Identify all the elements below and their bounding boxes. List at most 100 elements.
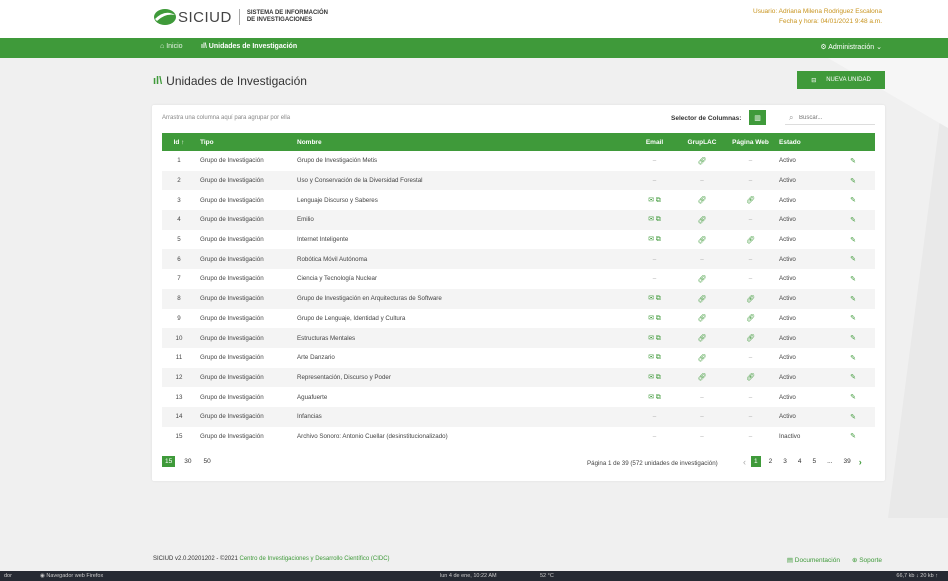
table-row[interactable]: 4 Grupo de Investigación Emilio ✉ ⧉ 🔗︎ – Activ… <box>162 210 875 230</box>
table-row[interactable]: 10 Grupo de Investigación Estructuras Ment… <box>162 328 875 348</box>
table-row[interactable]: 13 Grupo de Investigación Aguafuerte ✉ ⧉ – – A… <box>162 387 875 407</box>
email-icon[interactable]: ✉ <box>648 197 654 204</box>
cell-gruplac[interactable]: 🔗︎ <box>678 190 726 210</box>
edit-icon[interactable]: ✎ <box>850 315 856 322</box>
table-row[interactable]: 5 Grupo de Investigación Internet Intelige… <box>162 230 875 250</box>
edit-icon[interactable]: ✎ <box>850 256 856 263</box>
next-page-chevron-icon[interactable]: › <box>859 457 862 467</box>
table-row[interactable]: 2 Grupo de Investigación Uso y Conservació… <box>162 170 875 191</box>
table-row[interactable]: 11 Grupo de Investigación Arte Danzario ✉ ⧉… <box>162 348 875 368</box>
cell-pagina-web[interactable]: 🔗︎ <box>726 368 775 388</box>
email-icon[interactable]: ✉ <box>648 374 654 381</box>
cell-gruplac[interactable]: 🔗︎ <box>678 230 726 250</box>
page-number-button[interactable]: 1 <box>751 456 761 467</box>
link-icon[interactable]: 🔗︎ <box>698 217 707 224</box>
new-unit-button[interactable]: ⊟ NUEVA UNIDAD <box>797 71 885 89</box>
link-icon[interactable]: 🔗︎ <box>698 276 707 283</box>
nav-home-link[interactable]: ⌂ Inicio <box>160 43 183 50</box>
admin-menu[interactable]: ⚙ Administración ⌄ <box>820 43 882 51</box>
table-row[interactable]: 1 Grupo de Investigación Grupo de Investig… <box>162 151 875 171</box>
nav-research-units[interactable]: ıl\ Unidades de Investigación <box>201 43 297 50</box>
link-icon[interactable]: 🔗︎ <box>698 315 707 322</box>
cell-email[interactable]: ✉ ⧉ <box>631 348 678 368</box>
table-row[interactable]: 15 Grupo de Investigación Archivo Sonoro: … <box>162 427 875 447</box>
cell-pagina-web[interactable]: 🔗︎ <box>726 309 775 329</box>
cell-actions[interactable]: ✎ <box>831 269 875 289</box>
cell-actions[interactable]: ✎ <box>831 407 875 427</box>
taskbar-firefox[interactable]: ◉ Navegador web Firefox <box>40 573 103 579</box>
cell-gruplac[interactable]: 🔗︎ <box>678 151 726 171</box>
cell-pagina-web[interactable]: 🔗︎ <box>726 230 775 250</box>
page-number-button[interactable]: 3 <box>780 456 790 467</box>
cell-gruplac[interactable]: 🔗︎ <box>678 210 726 230</box>
edit-icon[interactable]: ✎ <box>850 335 856 342</box>
table-row[interactable]: 7 Grupo de Investigación Ciencia y Tecnolo… <box>162 269 875 289</box>
table-row[interactable]: 6 Grupo de Investigación Robótica Móvil Au… <box>162 249 875 270</box>
cell-actions[interactable]: ✎ <box>831 309 875 329</box>
link-icon[interactable]: 🔗︎ <box>746 335 755 342</box>
link-icon[interactable]: 🔗︎ <box>746 315 755 322</box>
edit-icon[interactable]: ✎ <box>850 374 856 381</box>
email-icon[interactable]: ✉ <box>648 394 654 401</box>
link-icon[interactable]: 🔗︎ <box>698 296 707 303</box>
edit-icon[interactable]: ✎ <box>850 217 856 224</box>
cell-actions[interactable]: ✎ <box>831 368 875 388</box>
col-header-estado[interactable]: Estado <box>775 133 831 151</box>
cell-email[interactable]: ✉ ⧉ <box>631 368 678 388</box>
link-icon[interactable]: 🔗︎ <box>698 355 707 362</box>
page-number-button[interactable]: 4 <box>795 456 805 467</box>
cell-gruplac[interactable]: 🔗︎ <box>678 368 726 388</box>
table-row[interactable]: 14 Grupo de Investigación Infancias – – – Acti… <box>162 406 875 427</box>
link-icon[interactable]: 🔗︎ <box>746 374 755 381</box>
copy-icon[interactable]: ⧉ <box>656 335 661 342</box>
column-chooser-button[interactable]: ▥ <box>749 110 766 125</box>
cell-actions[interactable]: ✎ <box>831 230 875 250</box>
cell-gruplac[interactable]: 🔗︎ <box>678 269 726 289</box>
cell-actions[interactable]: ✎ <box>831 427 875 447</box>
copy-icon[interactable]: ⧉ <box>656 236 661 243</box>
cell-gruplac[interactable]: 🔗︎ <box>678 289 726 309</box>
col-header-id[interactable]: Id ↑ <box>162 133 196 151</box>
edit-icon[interactable]: ✎ <box>850 276 856 283</box>
cell-actions[interactable]: ✎ <box>831 289 875 309</box>
prev-page-chevron-icon[interactable]: ‹ <box>743 457 746 467</box>
cell-actions[interactable]: ✎ <box>831 387 875 407</box>
edit-icon[interactable]: ✎ <box>850 158 856 165</box>
page-size-option[interactable]: 50 <box>200 456 213 467</box>
link-icon[interactable]: 🔗︎ <box>698 335 707 342</box>
cell-email[interactable]: ✉ ⧉ <box>631 387 678 407</box>
link-icon[interactable]: 🔗︎ <box>746 237 755 244</box>
siciud-logo[interactable]: SICIUD SISTEMA DE INFORMACIÓN DE INVESTI… <box>153 7 328 27</box>
edit-icon[interactable]: ✎ <box>850 237 856 244</box>
table-row[interactable]: 3 Grupo de Investigación Lenguaje Discurso… <box>162 190 875 210</box>
cell-gruplac[interactable]: 🔗︎ <box>678 328 726 348</box>
cell-actions[interactable]: ✎ <box>831 348 875 368</box>
copy-icon[interactable]: ⧉ <box>656 197 661 204</box>
col-header-nombre[interactable]: Nombre <box>293 133 631 151</box>
email-icon[interactable]: ✉ <box>648 295 654 302</box>
cell-actions[interactable]: ✎ <box>831 171 875 191</box>
cell-email[interactable]: ✉ ⧉ <box>631 230 678 250</box>
link-icon[interactable]: 🔗︎ <box>698 158 707 165</box>
page-number-button[interactable]: 5 <box>810 456 820 467</box>
col-header-gruplac[interactable]: GrupLAC <box>678 133 726 151</box>
page-number-button[interactable]: 39 <box>841 456 854 467</box>
edit-icon[interactable]: ✎ <box>850 414 856 421</box>
cell-email[interactable]: ✉ ⧉ <box>631 210 678 230</box>
copy-icon[interactable]: ⧉ <box>656 394 661 401</box>
support-link[interactable]: ⊕ Soporte <box>852 556 882 564</box>
edit-icon[interactable]: ✎ <box>850 296 856 303</box>
search-input[interactable] <box>785 111 875 125</box>
col-header-tipo[interactable]: Tipo <box>196 133 293 151</box>
col-header-pagina-web[interactable]: Página Web <box>726 133 775 151</box>
link-icon[interactable]: 🔗︎ <box>698 197 707 204</box>
link-icon[interactable]: 🔗︎ <box>746 296 755 303</box>
cell-gruplac[interactable]: 🔗︎ <box>678 309 726 329</box>
cell-actions[interactable]: ✎ <box>831 328 875 348</box>
copy-icon[interactable]: ⧉ <box>656 354 661 361</box>
cell-pagina-web[interactable]: 🔗︎ <box>726 190 775 210</box>
group-panel-hint[interactable]: Arrastra una columna aquí para agrupar p… <box>162 115 290 121</box>
cell-actions[interactable]: ✎ <box>831 190 875 210</box>
copy-icon[interactable]: ⧉ <box>656 295 661 302</box>
copy-icon[interactable]: ⧉ <box>656 374 661 381</box>
